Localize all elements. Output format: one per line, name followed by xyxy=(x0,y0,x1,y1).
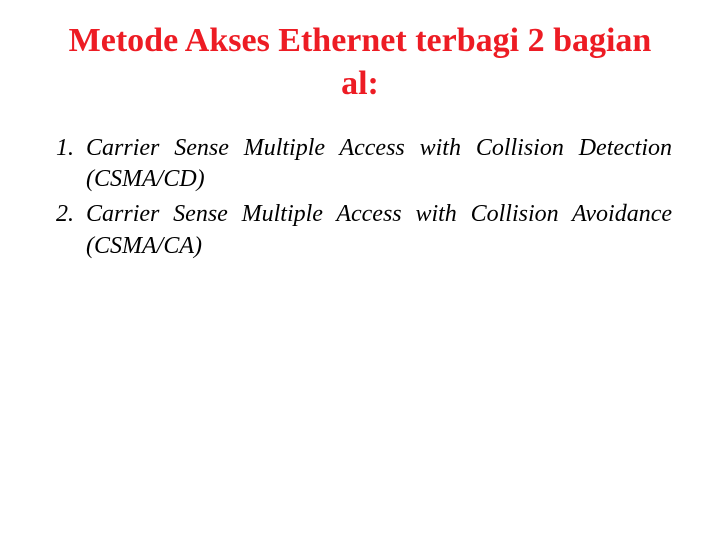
list-item: Carrier Sense Multiple Access with Colli… xyxy=(80,133,672,195)
list-item: Carrier Sense Multiple Access with Colli… xyxy=(80,199,672,261)
main-list: Carrier Sense Multiple Access with Colli… xyxy=(48,133,672,262)
slide-title: Metode Akses Ethernet terbagi 2 bagian a… xyxy=(48,20,672,105)
slide: Metode Akses Ethernet terbagi 2 bagian a… xyxy=(0,0,720,540)
